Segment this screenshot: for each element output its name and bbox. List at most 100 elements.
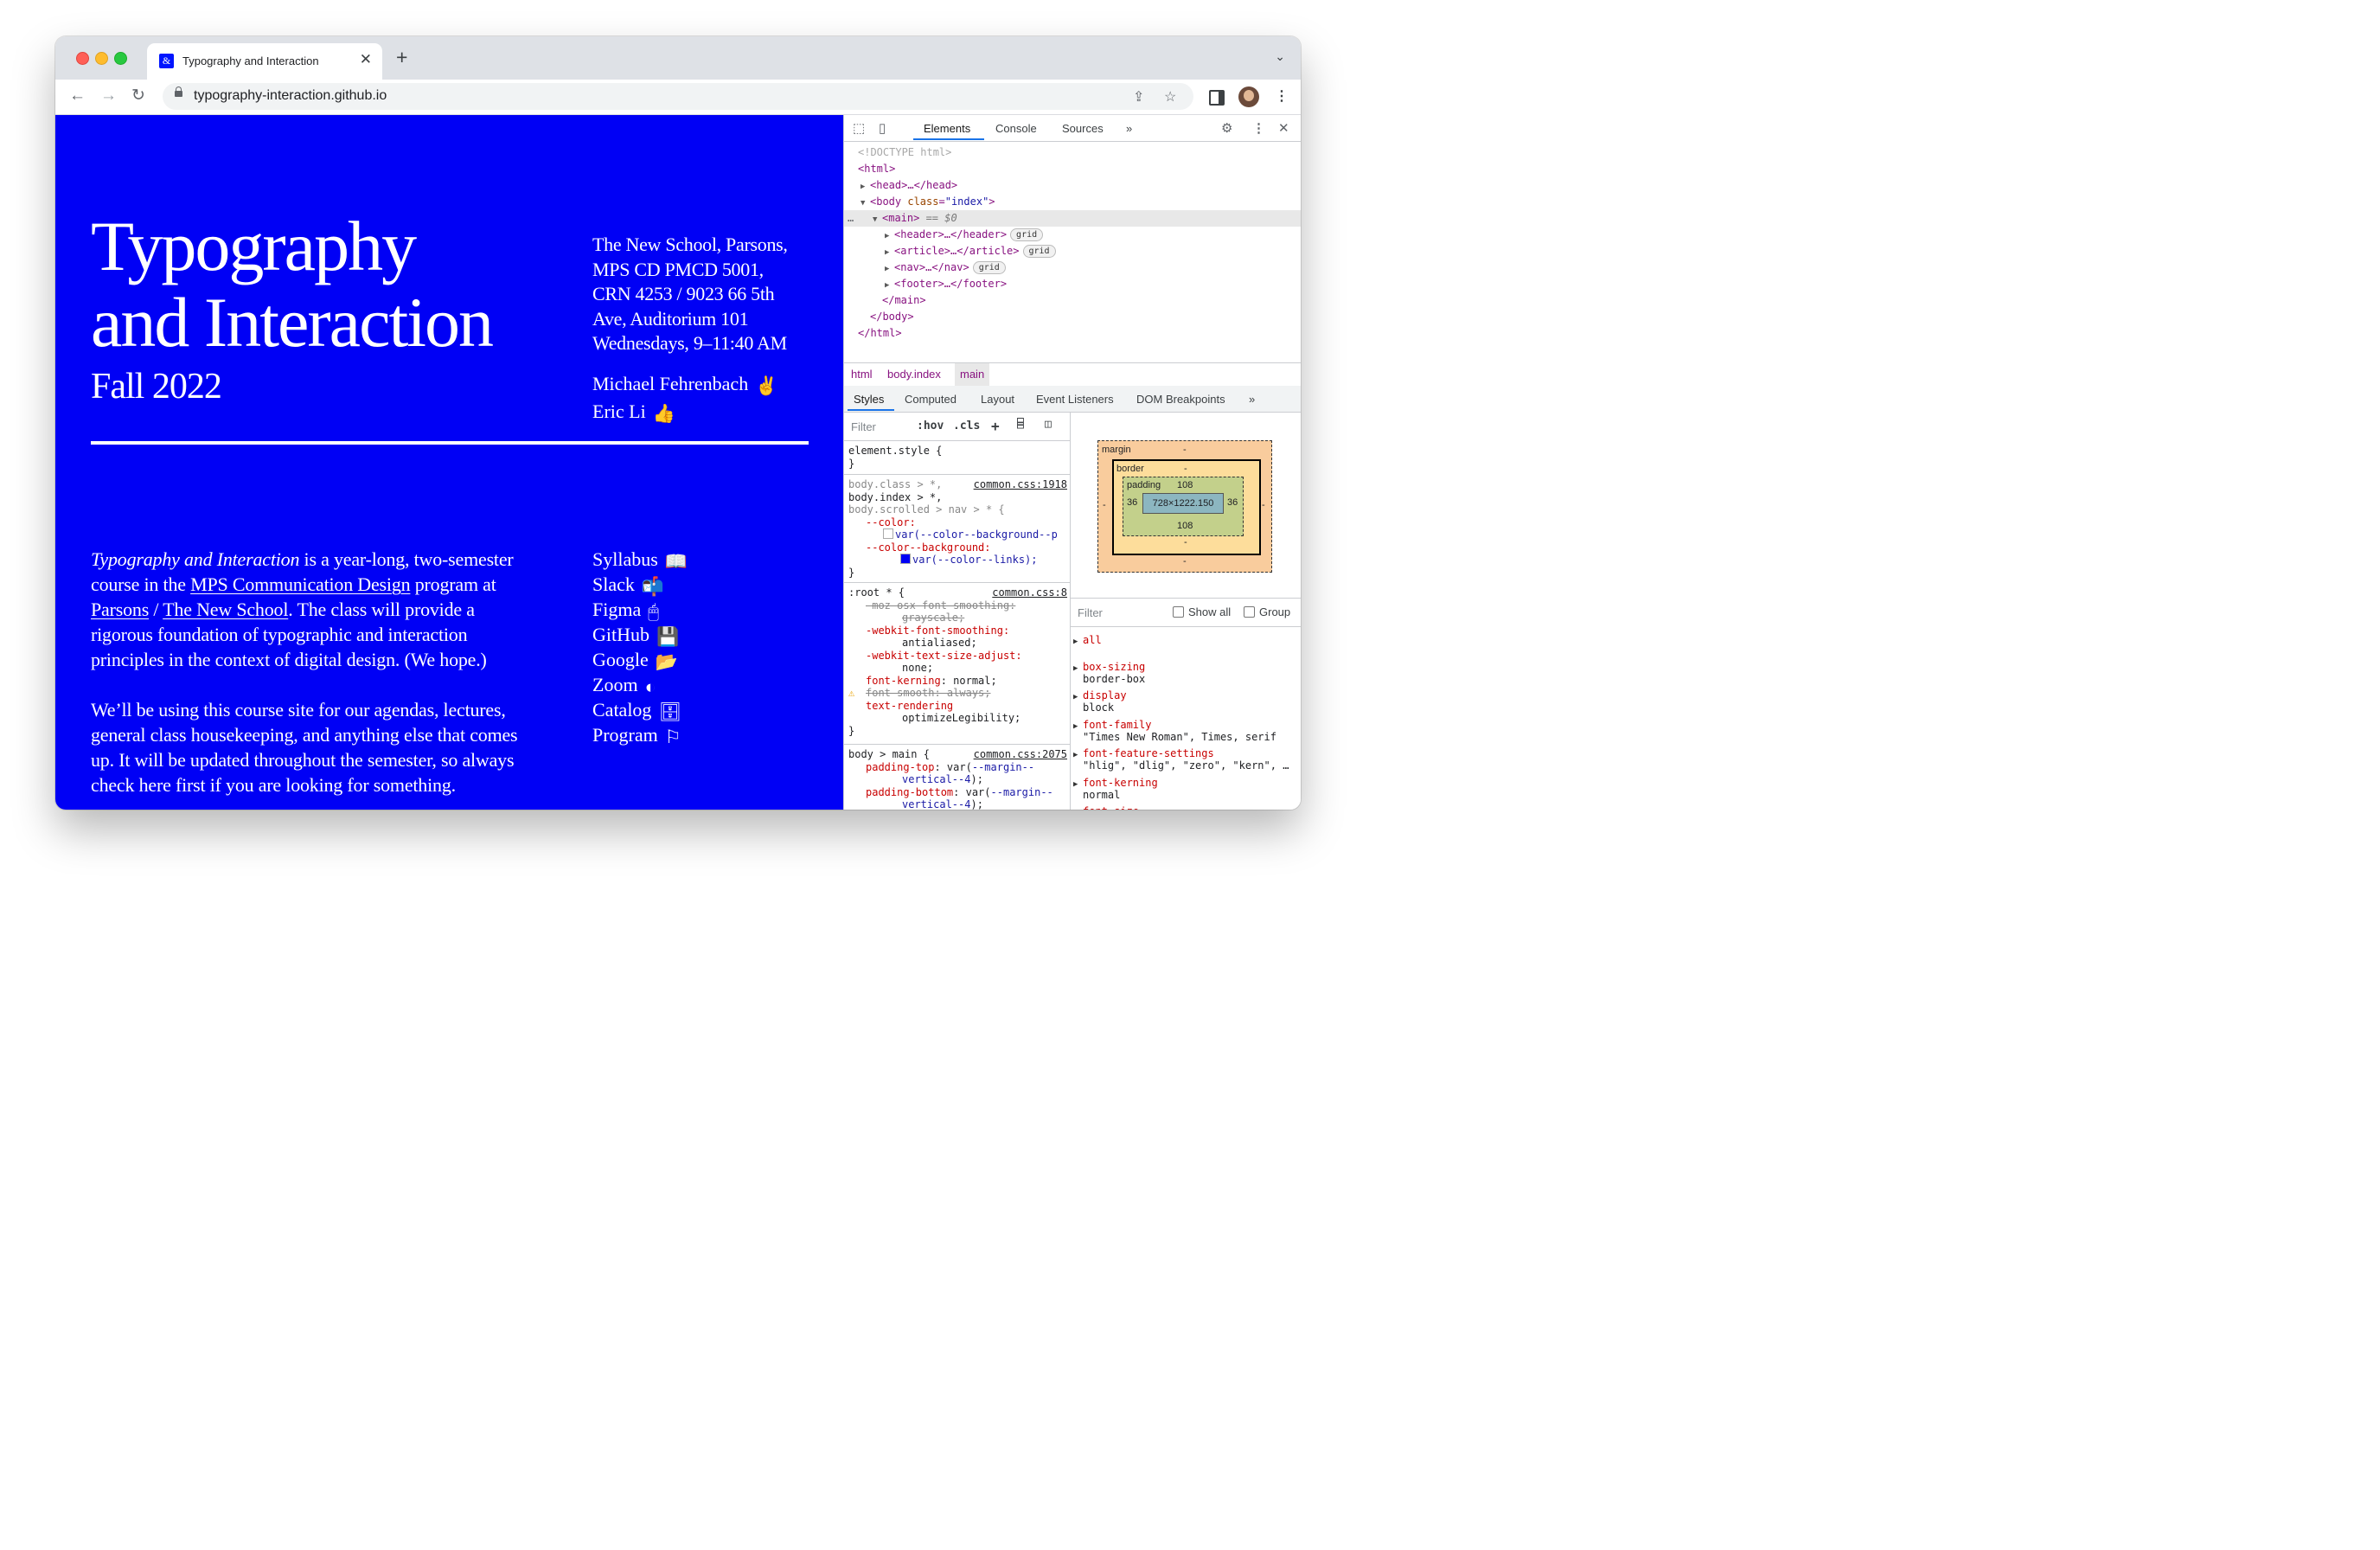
- kebab-menu-icon[interactable]: ⋮: [1275, 87, 1289, 105]
- grid-badge[interactable]: grid: [1022, 245, 1056, 258]
- expand-triangle-icon[interactable]: ▶: [1073, 751, 1078, 759]
- link-mps-communication-design[interactable]: MPS Communication Design: [190, 573, 411, 595]
- color-swatch[interactable]: [900, 554, 911, 564]
- computed-property[interactable]: box-sizing border-box: [1083, 661, 1145, 685]
- link-catalog[interactable]: Catalog 🗄: [592, 697, 688, 722]
- instructor[interactable]: Michael Fehrenbach ✌: [592, 371, 777, 399]
- back-icon[interactable]: ←: [69, 86, 86, 106]
- computed-property[interactable]: all: [1083, 634, 1102, 646]
- dom-node[interactable]: </body>: [844, 309, 1301, 325]
- box-model-content[interactable]: 728×1222.150: [1142, 493, 1224, 514]
- address-bar[interactable]: typography-interaction.github.io ⇪ ☆: [163, 83, 1193, 110]
- link-github[interactable]: GitHub 💾: [592, 622, 688, 647]
- class-toggle-button[interactable]: .cls: [953, 420, 980, 432]
- link-label[interactable]: Zoom: [592, 674, 638, 695]
- css-value[interactable]: optimizeLegibility;: [902, 712, 1020, 725]
- margin-left-value[interactable]: -: [1103, 500, 1106, 510]
- tab-styles[interactable]: Styles: [854, 393, 884, 406]
- padding-bottom-value[interactable]: 108: [1177, 521, 1193, 531]
- border-top-value[interactable]: -: [1184, 464, 1187, 474]
- toggle-sidebar-icon[interactable]: ◫: [1045, 418, 1052, 431]
- tab-sources[interactable]: Sources: [1062, 122, 1104, 135]
- dom-node[interactable]: </html>: [844, 325, 1301, 342]
- bookmark-star-icon[interactable]: ☆: [1164, 88, 1176, 106]
- computed-property[interactable]: font-family "Times New Roman", Times, ser…: [1083, 719, 1276, 743]
- breadcrumb-main[interactable]: main: [955, 363, 990, 386]
- rule-source-link[interactable]: common.css:8: [992, 586, 1067, 599]
- link-google[interactable]: Google 📂: [592, 647, 688, 672]
- tab-layout[interactable]: Layout: [981, 393, 1014, 406]
- paint-icon[interactable]: ⌸: [1017, 418, 1024, 431]
- dom-node[interactable]: ▶ <header>…</header> grid: [844, 227, 1301, 243]
- rule-selector[interactable]: body.index > *,: [848, 491, 942, 504]
- browser-tab[interactable]: & Typography and Interaction ✕: [147, 43, 382, 80]
- inspect-element-icon[interactable]: ⬚: [853, 120, 865, 136]
- rule-selector[interactable]: body.scrolled > nav > * {: [848, 503, 1005, 516]
- expand-triangle-icon[interactable]: ▶: [1073, 637, 1078, 646]
- rule-selector[interactable]: :root * {: [848, 586, 905, 599]
- dom-node[interactable]: ▶ <article>…</article> grid: [844, 243, 1301, 259]
- css-declaration[interactable]: padding-bottom: var(--margin--: [866, 786, 1053, 799]
- css-value[interactable]: vertical--4);: [902, 773, 983, 786]
- css-value[interactable]: var(--color--links);: [900, 554, 1038, 567]
- close-tab-icon[interactable]: ✕: [360, 51, 372, 68]
- devtools-menu-icon[interactable]: ⋮: [1252, 120, 1265, 136]
- grid-badge[interactable]: grid: [972, 261, 1006, 274]
- group-checkbox[interactable]: Group: [1244, 605, 1290, 618]
- color-swatch[interactable]: [883, 528, 893, 539]
- new-tab-button[interactable]: +: [396, 48, 407, 67]
- css-property[interactable]: font-smooth: always;: [866, 687, 991, 700]
- tab-computed[interactable]: Computed: [905, 393, 956, 406]
- box-model-padding[interactable]: padding 108 108 36 36 728×1222.150: [1123, 477, 1244, 536]
- link-label[interactable]: Program: [592, 724, 658, 746]
- share-icon[interactable]: ⇪: [1133, 88, 1144, 106]
- tab-dom-breakpoints[interactable]: DOM Breakpoints: [1136, 393, 1225, 406]
- dom-node[interactable]: <!DOCTYPE html>: [844, 144, 1301, 161]
- css-property[interactable]: -moz-osx-font-smoothing:: [866, 599, 1015, 612]
- dom-node[interactable]: ▶ <footer>…</footer>: [844, 276, 1301, 292]
- more-tabs-icon[interactable]: »: [1249, 393, 1255, 406]
- node-actions-icon[interactable]: …: [848, 210, 873, 227]
- lock-icon[interactable]: [175, 86, 182, 97]
- link-label[interactable]: Slack: [592, 573, 635, 595]
- css-value[interactable]: vertical--4);: [902, 798, 983, 810]
- link-slack[interactable]: Slack 📬: [592, 572, 688, 597]
- css-value[interactable]: var(--color--background--p: [883, 528, 1058, 541]
- checkbox-icon[interactable]: [1173, 606, 1184, 618]
- computed-property[interactable]: display block: [1083, 689, 1127, 714]
- dom-node[interactable]: ▶ <head>…</head>: [844, 177, 1301, 194]
- link-label[interactable]: Google: [592, 649, 649, 670]
- link-figma[interactable]: Figma 🖱: [592, 597, 688, 622]
- tab-elements[interactable]: Elements: [924, 122, 970, 135]
- css-property[interactable]: --color:: [866, 516, 916, 529]
- css-declaration[interactable]: font-kerning: normal;: [866, 675, 997, 688]
- styles-filter-input[interactable]: Filter: [851, 420, 876, 433]
- gear-icon[interactable]: ⚙: [1221, 120, 1232, 136]
- link-label[interactable]: GitHub: [592, 624, 649, 645]
- margin-right-value[interactable]: -: [1262, 500, 1265, 510]
- computed-property[interactable]: font-size: [1083, 805, 1139, 810]
- tab-search-icon[interactable]: ⌄: [1275, 49, 1285, 64]
- device-toolbar-icon[interactable]: ▯: [879, 120, 886, 136]
- box-model-margin[interactable]: margin - - - - border - - padding 108 10…: [1097, 440, 1272, 573]
- forward-icon[interactable]: →: [100, 86, 117, 106]
- close-icon[interactable]: ✕: [1278, 120, 1289, 136]
- hover-state-button[interactable]: :hov: [917, 420, 944, 432]
- expand-triangle-icon[interactable]: ▶: [1073, 664, 1078, 673]
- dom-node-selected[interactable]: … ▼ <main> == $0: [844, 210, 1301, 227]
- css-property[interactable]: -webkit-font-smoothing:: [866, 624, 1009, 637]
- expand-triangle-icon[interactable]: ▶: [1073, 722, 1078, 731]
- expand-triangle-icon[interactable]: ▶: [1073, 693, 1078, 701]
- grid-badge[interactable]: grid: [1010, 228, 1044, 241]
- css-declaration[interactable]: padding-top: var(--margin--: [866, 761, 1034, 774]
- css-value[interactable]: antialiased;: [902, 637, 977, 650]
- rule-selector[interactable]: element.style {: [848, 445, 942, 458]
- rule-selector[interactable]: body > main {: [848, 748, 930, 761]
- rule-source-link[interactable]: common.css:2075: [974, 748, 1067, 760]
- rule-source-link[interactable]: common.css:1918: [974, 478, 1067, 490]
- link-parsons[interactable]: Parsons: [91, 599, 149, 620]
- dom-node[interactable]: </main>: [844, 292, 1301, 309]
- dom-node[interactable]: <html>: [844, 161, 1301, 177]
- dom-node[interactable]: ▼ <body class="index">: [844, 194, 1301, 210]
- css-property[interactable]: -webkit-text-size-adjust:: [866, 650, 1022, 663]
